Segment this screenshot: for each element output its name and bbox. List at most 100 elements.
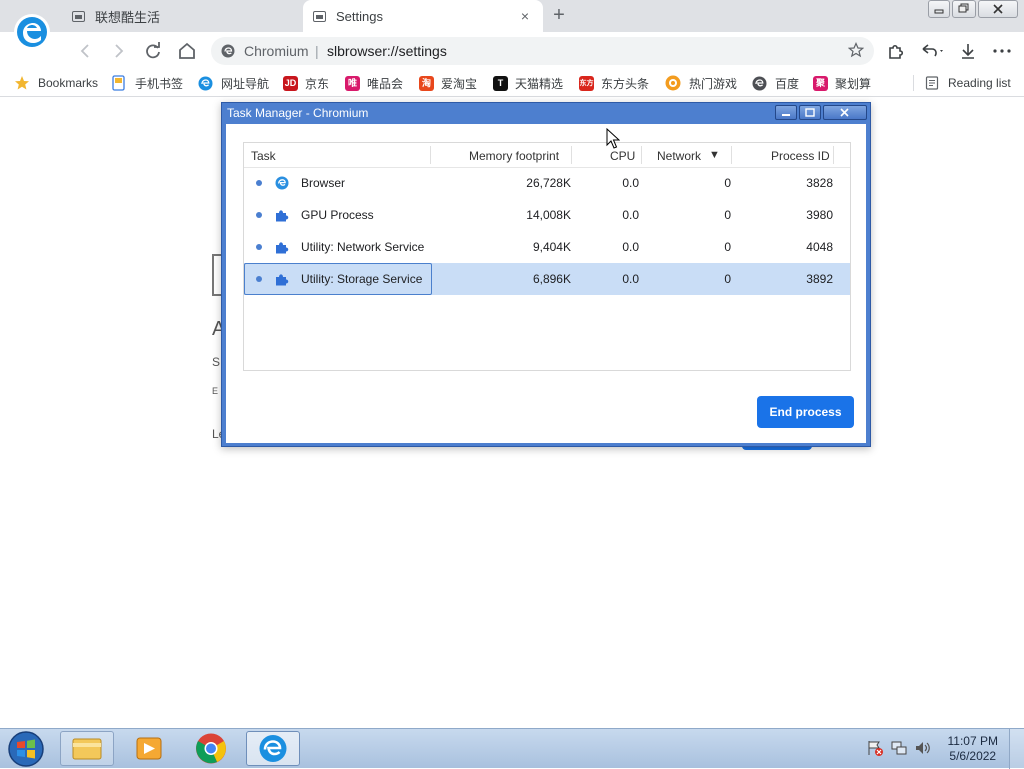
sort-descending-icon: ▼ (709, 149, 720, 161)
bookmark-item[interactable]: 网址导航 (198, 74, 269, 92)
table-row[interactable]: GPU Process 14,008K 0.0 0 3980 (244, 199, 850, 231)
tab-lenovo[interactable]: 联想酷生活 (72, 0, 302, 32)
bookmark-item[interactable]: Bookmarks (14, 74, 98, 92)
star-outline-icon (847, 42, 865, 58)
bookmark-item[interactable]: 聚 聚划算 (813, 74, 871, 92)
process-id-value: 3892 (806, 272, 833, 286)
volume-tray-icon[interactable] (914, 739, 932, 757)
puzzle-icon (276, 274, 289, 286)
phone-icon (112, 75, 125, 91)
task-name: GPU Process (301, 208, 374, 222)
reload-button[interactable] (141, 39, 165, 63)
bookmark-item[interactable]: 唯 唯品会 (345, 74, 403, 92)
maximize-icon (805, 108, 815, 117)
network-value: 0 (724, 240, 731, 254)
downloads-button[interactable] (956, 39, 980, 63)
column-divider (731, 146, 732, 164)
column-cpu[interactable]: CPU (610, 149, 635, 163)
memory-value: 6,896K (532, 272, 571, 286)
menu-button[interactable] (990, 39, 1014, 63)
arrow-right-icon (115, 44, 124, 58)
bookmark-star-button[interactable] (847, 42, 865, 63)
extensions-button[interactable] (884, 39, 908, 63)
tab-close-button[interactable]: × (517, 8, 533, 24)
browser-e-icon (259, 735, 287, 762)
url-origin: Chromium (244, 43, 309, 59)
minimize-button[interactable] (928, 0, 950, 18)
undo-icon (922, 44, 943, 57)
table-row[interactable]: Utility: Network Service 9,404K 0.0 0 40… (244, 231, 850, 263)
start-button[interactable] (6, 730, 46, 768)
column-network[interactable]: Network (657, 149, 701, 163)
undo-button[interactable] (918, 39, 946, 63)
taskbar: 11:07 PM 5/6/2022 (0, 728, 1024, 769)
bookmarks-bar: Bookmarks 手机书签 网址导航 JD 京东 唯 唯品会 淘 爱淘宝 T … (0, 70, 1024, 97)
bookmark-item[interactable]: 热门游戏 (665, 74, 737, 92)
more-horizontal-icon (993, 49, 1011, 53)
bookmark-item[interactable]: T 天猫精选 (493, 74, 563, 92)
network-icon (891, 741, 907, 755)
column-process-id[interactable]: Process ID (771, 149, 830, 163)
network-value: 0 (724, 272, 731, 286)
browser-logo-icon (14, 14, 50, 50)
bookmark-item[interactable]: 东方 东方头条 (579, 74, 649, 92)
bookmark-item[interactable]: JD 京东 (283, 74, 329, 92)
new-tab-button[interactable]: + (549, 5, 569, 26)
puzzle-icon (889, 44, 904, 59)
background-page-text: E (212, 386, 219, 396)
restore-button[interactable] (952, 0, 976, 18)
taskbar-media-player[interactable] (122, 731, 176, 766)
dialog-close-button[interactable] (823, 105, 867, 120)
toolbar: Chromium | slbrowser://settings (0, 32, 1024, 70)
flag-alert-icon (868, 741, 883, 756)
url-text[interactable]: slbrowser://settings (327, 43, 447, 59)
end-process-button[interactable]: End process (757, 396, 854, 428)
close-icon (840, 108, 849, 117)
reading-list-button[interactable]: Reading list (925, 74, 1011, 92)
tmall-icon: T (493, 75, 508, 91)
tab-settings[interactable]: Settings × (303, 0, 543, 32)
system-clock[interactable]: 11:07 PM 5/6/2022 (948, 734, 998, 764)
dialog-maximize-button[interactable] (799, 105, 821, 120)
task-name: Utility: Storage Service (301, 272, 423, 286)
process-id-value: 3828 (806, 176, 833, 190)
home-button[interactable] (175, 39, 199, 63)
show-desktop-button[interactable] (1009, 729, 1024, 769)
forward-button[interactable] (107, 39, 131, 63)
chrome-icon (196, 733, 226, 764)
column-task[interactable]: Task (251, 149, 276, 163)
puzzle-icon (276, 210, 289, 222)
mouse-cursor-icon (606, 128, 620, 149)
cpu-value: 0.0 (622, 272, 639, 286)
media-player-icon (136, 737, 162, 760)
close-window-button[interactable] (978, 0, 1018, 18)
taskbar-browser[interactable] (246, 731, 300, 766)
action-center-icon[interactable] (866, 739, 884, 757)
cpu-value: 0.0 (622, 176, 639, 190)
bookmark-item[interactable]: 百度 (752, 74, 799, 92)
memory-value: 9,404K (532, 240, 571, 254)
baidu-icon (752, 76, 767, 90)
table-row-selected[interactable]: Utility: Storage Service 6,896K 0.0 0 38… (244, 263, 850, 295)
close-icon (993, 4, 1003, 14)
column-memory[interactable]: Memory footprint (469, 149, 559, 163)
address-bar[interactable]: Chromium | slbrowser://settings (211, 37, 874, 65)
table-row[interactable]: Browser 26,728K 0.0 0 3828 (244, 167, 850, 199)
puzzle-icon (276, 242, 289, 254)
taskbar-explorer[interactable] (60, 731, 114, 766)
bookmark-item[interactable]: 手机书签 (112, 74, 183, 92)
row-bullet (256, 180, 262, 186)
table-header: Task Memory footprint CPU Network ▼ Proc… (244, 143, 850, 168)
network-tray-icon[interactable] (890, 739, 908, 757)
folder-icon (313, 11, 326, 22)
row-bullet (256, 276, 262, 282)
task-name: Utility: Network Service (301, 240, 425, 254)
background-page-text: S (212, 355, 221, 369)
taskbar-chrome[interactable] (184, 731, 238, 766)
back-button[interactable] (73, 39, 97, 63)
dialog-minimize-button[interactable] (775, 105, 797, 120)
clock-time: 11:07 PM (947, 734, 998, 748)
dialog-body: Task Memory footprint CPU Network ▼ Proc… (226, 124, 866, 443)
bookmark-item[interactable]: 淘 爱淘宝 (419, 74, 477, 92)
eastday-icon: 东方 (579, 75, 594, 91)
